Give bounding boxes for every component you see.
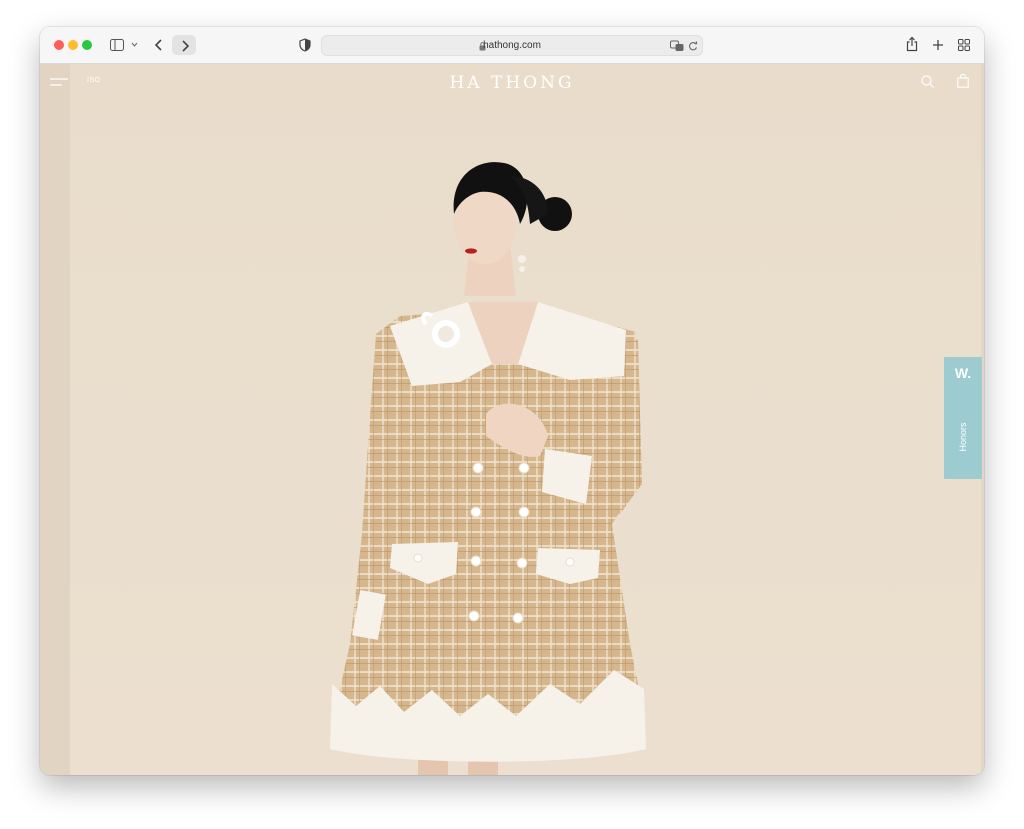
sidebar-icon[interactable]: [110, 39, 124, 51]
forward-arrow-icon: [182, 40, 190, 52]
shopping-bag-icon[interactable]: [957, 74, 969, 88]
honors-label: Honors: [958, 422, 968, 452]
maximize-window-button[interactable]: [82, 40, 92, 50]
honors-badge-letter: W.: [954, 365, 972, 381]
translate-icon[interactable]: [670, 40, 684, 52]
url-text: hathong.com: [483, 40, 541, 51]
browser-window: hathong.com ISO HA THONG W. Honors: [40, 27, 984, 775]
new-tab-plus-icon[interactable]: [932, 39, 944, 51]
honors-side-tab[interactable]: W. Honors: [944, 357, 982, 479]
privacy-shield-icon[interactable]: [299, 38, 311, 52]
hamburger-menu-icon[interactable]: [50, 78, 68, 87]
site-logo[interactable]: HA THONG: [412, 73, 612, 93]
forward-button[interactable]: [172, 35, 196, 55]
web-page: ISO HA THONG W. Honors: [40, 64, 984, 775]
address-bar[interactable]: hathong.com: [321, 35, 703, 56]
language-switcher[interactable]: ISO: [87, 77, 101, 84]
site-header: ISO HA THONG: [40, 64, 984, 102]
reload-icon[interactable]: [688, 41, 698, 51]
hero-model-image: [330, 162, 646, 775]
close-window-button[interactable]: [54, 40, 64, 50]
browser-toolbar: hathong.com: [40, 27, 984, 64]
tab-overview-icon[interactable]: [958, 39, 970, 51]
search-icon[interactable]: [921, 75, 934, 88]
chevron-down-icon[interactable]: [131, 42, 138, 47]
share-icon[interactable]: [906, 36, 918, 52]
back-arrow-icon[interactable]: [154, 38, 164, 52]
minimize-window-button[interactable]: [68, 40, 78, 50]
